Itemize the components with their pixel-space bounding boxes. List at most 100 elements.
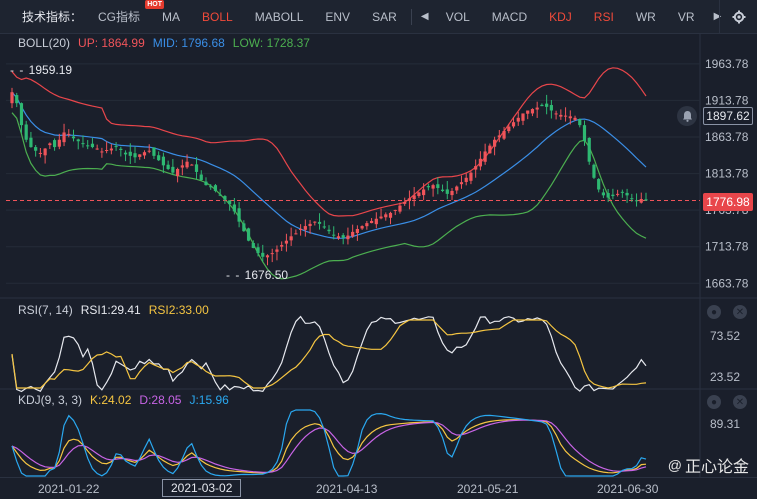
candle-body: [545, 103, 549, 107]
candle-body: [308, 223, 312, 227]
candle-body: [431, 185, 435, 189]
kdj-legend-j: J:15.96: [189, 393, 229, 407]
candle-body: [166, 164, 170, 170]
candle-body: [322, 226, 326, 228]
candle-body: [246, 228, 251, 241]
candle-body: [218, 194, 222, 196]
x-label: 2021-04-13: [316, 482, 378, 496]
candle-body: [464, 177, 468, 182]
candle-body: [530, 109, 535, 114]
candle-body: [62, 132, 66, 143]
candle-body: [440, 189, 445, 191]
candle-body: [426, 186, 430, 188]
candle-body: [582, 125, 587, 142]
candle-body: [29, 137, 33, 148]
candle-body: [180, 165, 184, 168]
candle-body: [138, 154, 142, 157]
candle-body: [232, 204, 236, 212]
y-tick-label: 1963.78: [705, 57, 749, 71]
candle-body: [114, 146, 118, 148]
last-price-box: 1776.98: [703, 193, 753, 211]
candle-body: [57, 139, 61, 147]
candle-body: [261, 252, 265, 257]
candle-body: [563, 115, 568, 117]
candle-body: [128, 151, 132, 156]
candle-body: [81, 143, 85, 145]
x-label-selected: 2021-03-02: [162, 479, 242, 497]
rsi-settings-icon[interactable]: ●: [707, 305, 721, 319]
candle-body: [483, 151, 487, 162]
candle-body: [142, 152, 147, 156]
candle-body: [76, 139, 80, 142]
candle-body: [360, 226, 364, 229]
candle-body: [275, 249, 279, 252]
candle-body: [313, 221, 317, 223]
candle-body: [71, 136, 76, 139]
candle-body: [592, 164, 596, 178]
candle-body: [67, 133, 71, 135]
candle-body: [634, 200, 639, 202]
candle-body: [497, 135, 501, 138]
boll-lower-line: [11, 112, 647, 280]
candle-body: [223, 196, 227, 200]
candle-body: [346, 235, 350, 240]
candle-body: [568, 116, 572, 119]
candle-body: [194, 164, 199, 172]
candle-body: [450, 190, 454, 196]
watermark-at-icon: @: [667, 457, 682, 473]
kdj-settings-icon[interactable]: ●: [707, 395, 721, 409]
kdj-legend-d: D:28.05: [139, 393, 182, 407]
candle-body: [365, 223, 369, 227]
candle-body: [559, 114, 563, 117]
candle-body: [119, 148, 123, 150]
kdj-close-icon[interactable]: ✕: [733, 395, 747, 409]
candle-body: [355, 228, 359, 234]
chart-grid: [0, 34, 757, 477]
candle-body: [327, 229, 331, 232]
candle-body: [630, 198, 634, 200]
candle-body: [625, 192, 629, 196]
candle-body: [317, 221, 322, 224]
rsi-close-icon[interactable]: ✕: [733, 305, 747, 319]
candle-body: [90, 143, 95, 148]
x-label: 2021-05-21: [457, 482, 519, 496]
candle-body: [157, 155, 161, 161]
candle-body: [123, 152, 128, 155]
kdj-legend-name: KDJ(9, 3, 3): [18, 393, 83, 407]
candle-body: [95, 148, 99, 150]
rsi1-line: [11, 315, 647, 393]
watermark: @ 正心论金: [668, 453, 749, 477]
candle-body: [86, 145, 90, 147]
candle-body: [209, 186, 213, 188]
watermark-text: 正心论金: [684, 459, 749, 476]
candle-body: [388, 212, 393, 218]
candle-body: [336, 236, 341, 239]
candle-body: [384, 214, 388, 218]
candle-body: [161, 156, 166, 166]
y-tick-label: 1813.78: [705, 167, 749, 181]
candle-body: [369, 220, 374, 224]
candle-body: [535, 107, 539, 110]
rsi-y-tick-label: 73.52: [710, 329, 740, 343]
kdj-panel-controls: ● ✕: [707, 395, 747, 409]
candle-body: [152, 147, 156, 156]
candle-body: [578, 119, 582, 126]
candle-body: [171, 166, 175, 173]
kdj-legend: KDJ(9, 3, 3) K:24.02 D:28.05 J:15.96: [18, 393, 229, 407]
candle-body: [422, 189, 426, 196]
candle-body: [265, 255, 270, 258]
bell-icon[interactable]: [677, 106, 697, 126]
candle-body: [478, 158, 483, 167]
candle-body: [270, 253, 274, 255]
candle-body: [455, 186, 459, 191]
candle-body: [516, 117, 520, 122]
candle-body: [299, 228, 303, 230]
candle-body: [105, 150, 109, 151]
candle-body: [24, 124, 28, 140]
candle-body: [133, 153, 137, 158]
candle-body: [554, 113, 558, 115]
candle-body: [237, 208, 241, 222]
candle-body: [185, 161, 189, 168]
candle-body: [15, 95, 19, 104]
rsi-legend: RSI(7, 14) RSI1:29.41 RSI2:33.00: [18, 303, 209, 317]
